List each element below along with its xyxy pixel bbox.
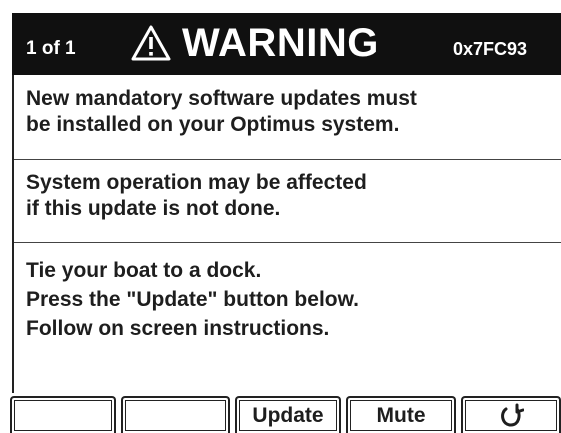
back-button[interactable] (461, 396, 561, 433)
back-arrow-icon (501, 403, 524, 427)
message-line: if this update is not done. (26, 197, 281, 220)
divider (14, 242, 561, 243)
message-line: be installed on your Optimus system. (26, 113, 400, 136)
warning-header: 1 of 1 WARNING 0x7FC93 (12, 13, 561, 75)
softkey-label: Mute (376, 403, 426, 427)
softkey-2[interactable] (121, 396, 230, 433)
page-counter: 1 of 1 (26, 38, 76, 59)
title-group: WARNING (130, 19, 379, 67)
message-line: Follow on screen instructions. (26, 317, 330, 340)
message-line: Press the "Update" button below. (26, 288, 359, 311)
message-line: System operation may be affected (26, 171, 367, 194)
message-mandatory-update: New mandatory software updates must be i… (14, 86, 561, 138)
update-button[interactable]: Update (235, 396, 341, 433)
message-line: New mandatory software updates must (26, 87, 417, 110)
warning-triangle-icon (131, 25, 171, 61)
softkey-label: Update (252, 403, 324, 427)
warning-title: WARNING (182, 21, 379, 65)
message-operation-affected: System operation may be affected if this… (14, 170, 561, 222)
message-instructions: Tie your boat to a dock. Press the "Upda… (14, 256, 561, 343)
error-code: 0x7FC93 (453, 39, 528, 59)
mute-button[interactable]: Mute (346, 396, 456, 433)
divider (14, 159, 561, 160)
softkey-1[interactable] (10, 396, 116, 433)
warning-screen: 1 of 1 WARNING 0x7FC93 New mandatory sof… (0, 0, 561, 433)
message-line: Tie your boat to a dock. (26, 259, 262, 282)
